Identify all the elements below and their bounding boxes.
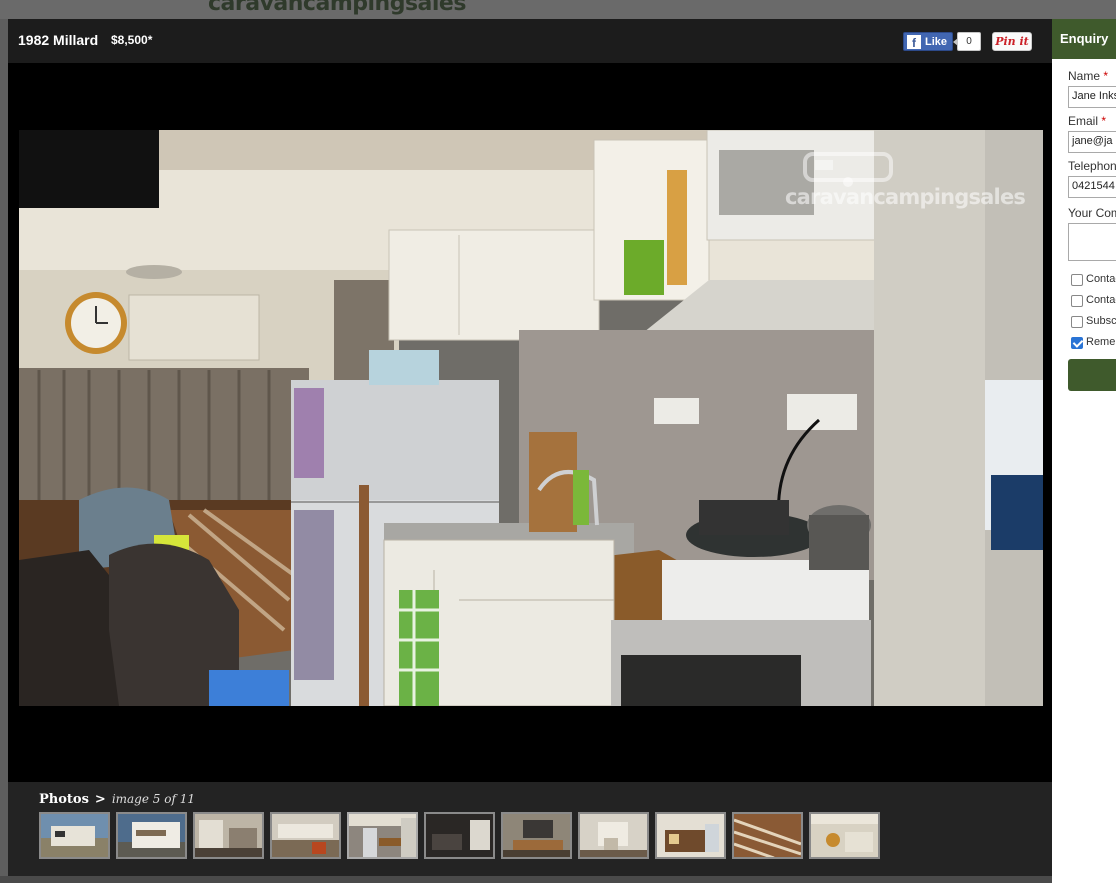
watermark-text: caravancampingsales xyxy=(785,185,1026,209)
image-counter: image 5 of 11 xyxy=(111,792,195,806)
thumbnail-6[interactable] xyxy=(424,812,495,859)
submit-enquiry-button[interactable] xyxy=(1068,359,1116,391)
thumbnail-7[interactable] xyxy=(501,812,572,859)
thumbnail-strip xyxy=(39,812,880,859)
name-required-mark: * xyxy=(1103,69,1109,83)
thumbnail-1[interactable] xyxy=(39,812,110,859)
facebook-like-label: Like xyxy=(925,35,948,48)
photo-lightbox: 1982 Millard $8,500* f Like 0 Pin it car… xyxy=(8,19,1052,876)
facebook-like-button[interactable]: f Like xyxy=(903,32,953,51)
telephone-label: Telephone xyxy=(1068,159,1116,173)
thumbnail-8[interactable] xyxy=(578,812,649,859)
main-photo[interactable]: caravancampingsales xyxy=(19,130,1043,706)
photos-link[interactable]: Photos xyxy=(39,792,89,807)
listing-title: 1982 Millard xyxy=(18,32,99,48)
comments-textarea[interactable] xyxy=(1068,223,1116,261)
thumbnail-10[interactable] xyxy=(732,812,803,859)
enquiry-heading: Enquiry xyxy=(1052,19,1116,59)
name-label-text: Name xyxy=(1068,69,1101,83)
site-logo[interactable]: caravancampingsales xyxy=(208,0,466,16)
listing-price: $8,500* xyxy=(111,33,153,47)
lightbox-header: 1982 Millard $8,500* f Like 0 Pin it xyxy=(8,19,1052,63)
email-label: Email * xyxy=(1068,114,1106,128)
email-label-text: Email xyxy=(1068,114,1099,128)
contact-checkbox-2-label: Contact xyxy=(1086,294,1116,306)
background-page-content xyxy=(0,876,1052,883)
subscribe-checkbox[interactable] xyxy=(1071,316,1083,328)
gallery-footer: Photos > image 5 of 11 xyxy=(8,782,1052,876)
breadcrumb-separator: > xyxy=(94,792,106,807)
thumbnail-2[interactable] xyxy=(116,812,187,859)
pinterest-pin-button[interactable]: Pin it xyxy=(992,32,1032,51)
contact-checkbox-2[interactable] xyxy=(1071,295,1083,307)
thumbnail-9[interactable] xyxy=(655,812,726,859)
subscribe-checkbox-label: Subscribe xyxy=(1086,315,1116,327)
remember-checkbox[interactable] xyxy=(1071,337,1083,349)
contact-checkbox-1[interactable] xyxy=(1071,274,1083,286)
thumbnail-4[interactable] xyxy=(270,812,341,859)
name-label: Name * xyxy=(1068,69,1108,83)
facebook-like-count: 0 xyxy=(953,32,981,51)
contact-checkbox-1-label: Contact xyxy=(1086,273,1116,285)
comments-label: Your Comments xyxy=(1068,206,1116,220)
gallery-breadcrumb: Photos > image 5 of 11 xyxy=(39,792,195,807)
enquiry-panel: Enquiry Name * Jane Inkster Email * jane… xyxy=(1052,19,1116,883)
name-input[interactable]: Jane Inkster xyxy=(1068,86,1116,108)
thumbnail-3[interactable] xyxy=(193,812,264,859)
email-required-mark: * xyxy=(1101,114,1107,128)
thumbnail-5[interactable] xyxy=(347,812,418,859)
photo-watermark: caravancampingsales xyxy=(785,148,1035,218)
thumbnail-11[interactable] xyxy=(809,812,880,859)
background-page-header: caravancampingsales xyxy=(0,0,1116,19)
email-input[interactable]: jane@ja xyxy=(1068,131,1116,153)
remember-checkbox-label: Remember xyxy=(1086,336,1116,348)
facebook-icon: f xyxy=(907,34,921,49)
caravan-logo-icon xyxy=(803,152,893,187)
telephone-input[interactable]: 0421544 xyxy=(1068,176,1116,198)
